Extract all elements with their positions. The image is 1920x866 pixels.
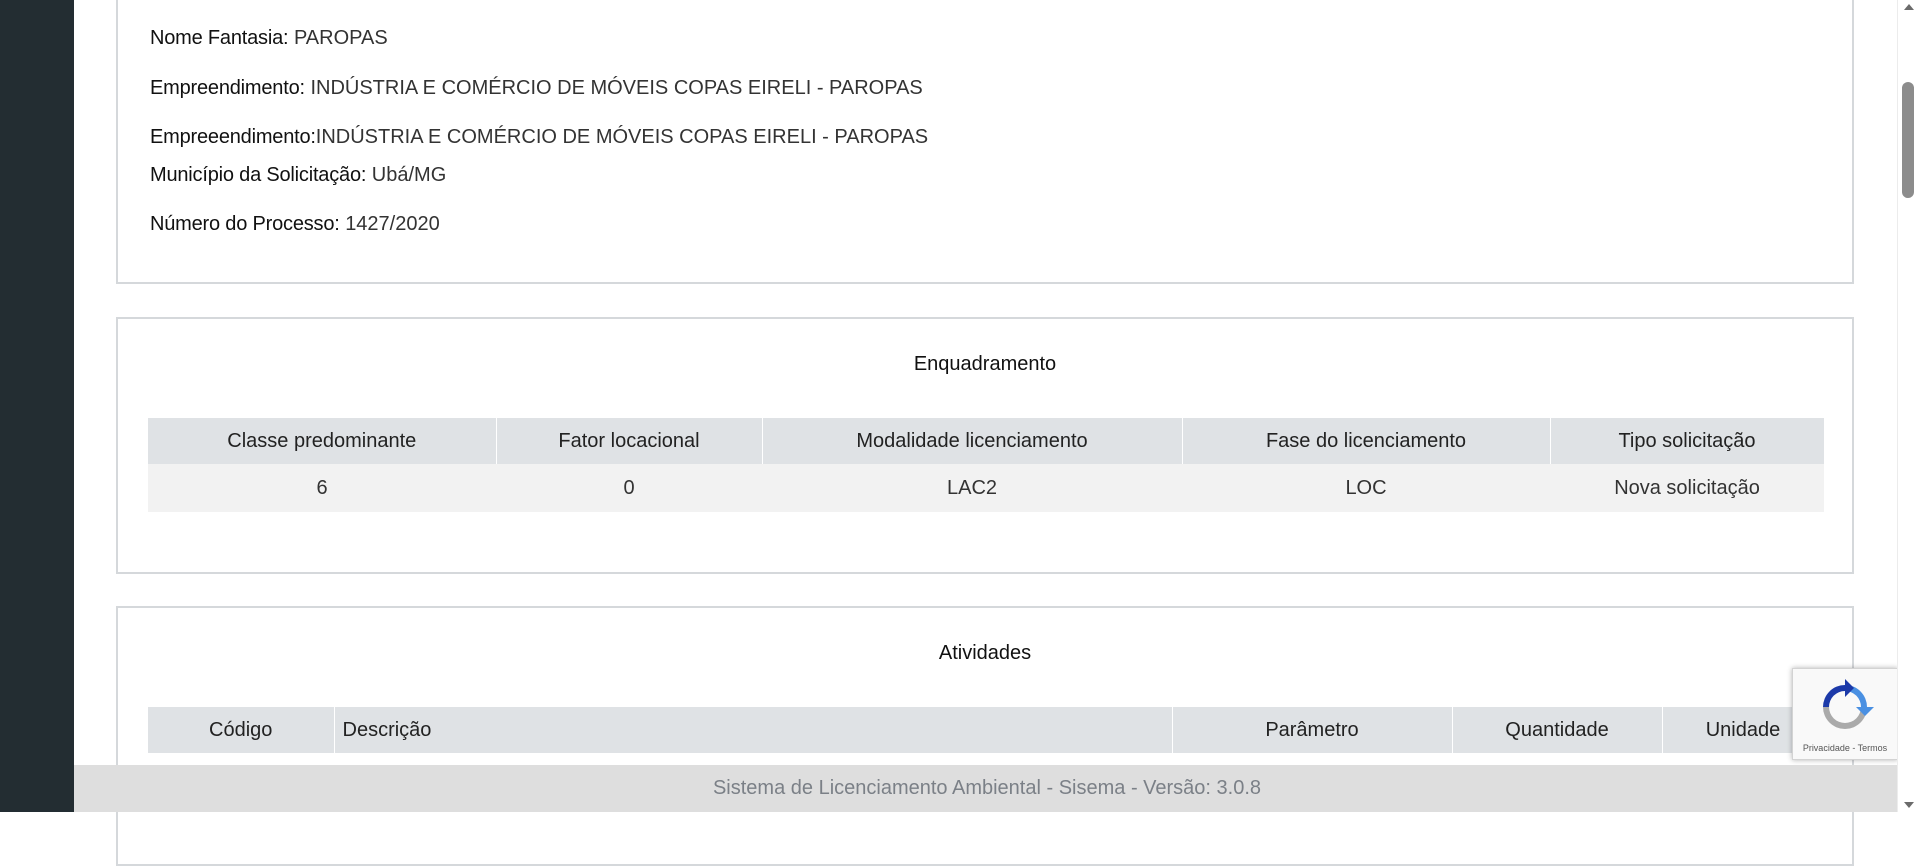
numero-processo-value: 1427/2020 [345, 213, 440, 235]
enquadramento-table: Classe predominante Fator locacional Mod… [148, 418, 1825, 512]
header-classe-predominante: Classe predominante [148, 418, 497, 464]
empreendimento-value: INDÚSTRIA E COMÉRCIO DE MÓVEIS COPAS EIR… [310, 77, 923, 99]
empreeendimento-label: Empreeendimento: [150, 126, 316, 148]
table-header-row: Código Descrição Parâmetro Quantidade Un… [148, 707, 1825, 753]
cell-classe-predominante: 6 [148, 464, 496, 512]
enquadramento-panel: Enquadramento Classe predominante Fator … [116, 317, 1854, 574]
atividades-table: Código Descrição Parâmetro Quantidade Un… [148, 707, 1825, 753]
nome-fantasia-value: PAROPAS [293, 27, 388, 49]
empreendimento-info-panel: Nome Fantasia: PAROPAS Empreendimento: I… [116, 0, 1854, 284]
atividades-panel: Atividades Código Descrição Parâmetro Qu… [116, 606, 1854, 866]
footer-version-text: Sistema de Licenciamento Ambiental - Sis… [712, 777, 1262, 799]
vertical-scrollbar[interactable] [1897, 0, 1920, 812]
cell-fator-locacional: 0 [496, 464, 762, 512]
header-tipo-solicitacao: Tipo solicitação [1550, 418, 1825, 464]
footer-bar: Sistema de Licenciamento Ambiental - Sis… [74, 765, 1900, 812]
recaptcha-links[interactable]: Privacidade - Termos [1793, 743, 1897, 753]
empreendimento-label: Empreendimento: [150, 77, 305, 99]
empreeendimento-value: INDÚSTRIA E COMÉRCIO DE MÓVEIS COPAS EIR… [315, 126, 929, 148]
table-row: 6 0 LAC2 LOC Nova solicitação [148, 464, 1824, 512]
header-fator-locacional: Fator locacional [496, 418, 763, 464]
header-modalidade-licenciamento: Modalidade licenciamento [762, 418, 1183, 464]
municipio-value: Ubá/MG [371, 164, 447, 186]
cell-fase-licenciamento: LOC [1182, 464, 1550, 512]
header-quantidade: Quantidade [1452, 707, 1663, 753]
nome-fantasia-label: Nome Fantasia: [150, 27, 289, 49]
municipio-label: Município da Solicitação: [150, 164, 367, 186]
empreendimento-row: Empreendimento: INDÚSTRIA E COMÉRCIO DE … [150, 76, 923, 100]
header-parametro: Parâmetro [1172, 707, 1453, 753]
atividades-title: Atividades [938, 642, 1032, 664]
enquadramento-title: Enquadramento [913, 353, 1057, 375]
left-sidebar-rail [0, 0, 74, 812]
cell-modalidade-licenciamento: LAC2 [762, 464, 1182, 512]
table-header-row: Classe predominante Fator locacional Mod… [148, 418, 1825, 464]
scroll-down-arrow-icon[interactable] [1904, 802, 1914, 808]
recaptcha-badge[interactable]: Privacidade - Termos [1792, 668, 1898, 760]
scrollbar-thumb[interactable] [1902, 82, 1914, 198]
numero-processo-row: Número do Processo: 1427/2020 [150, 212, 440, 236]
nome-fantasia-row: Nome Fantasia: PAROPAS [150, 26, 388, 50]
empreeendimento-row: Empreeendimento:INDÚSTRIA E COMÉRCIO DE … [150, 125, 928, 149]
main-content: Nome Fantasia: PAROPAS Empreendimento: I… [74, 0, 1900, 866]
cell-tipo-solicitacao: Nova solicitação [1550, 464, 1824, 512]
numero-processo-label: Número do Processo: [150, 213, 340, 235]
municipio-row: Município da Solicitação: Ubá/MG [150, 163, 446, 187]
header-descricao: Descrição [334, 707, 1173, 753]
scroll-up-arrow-icon[interactable] [1904, 4, 1914, 10]
header-fase-licenciamento: Fase do licenciamento [1182, 418, 1551, 464]
header-codigo: Código [148, 707, 335, 753]
recaptcha-logo-icon [1823, 679, 1874, 729]
